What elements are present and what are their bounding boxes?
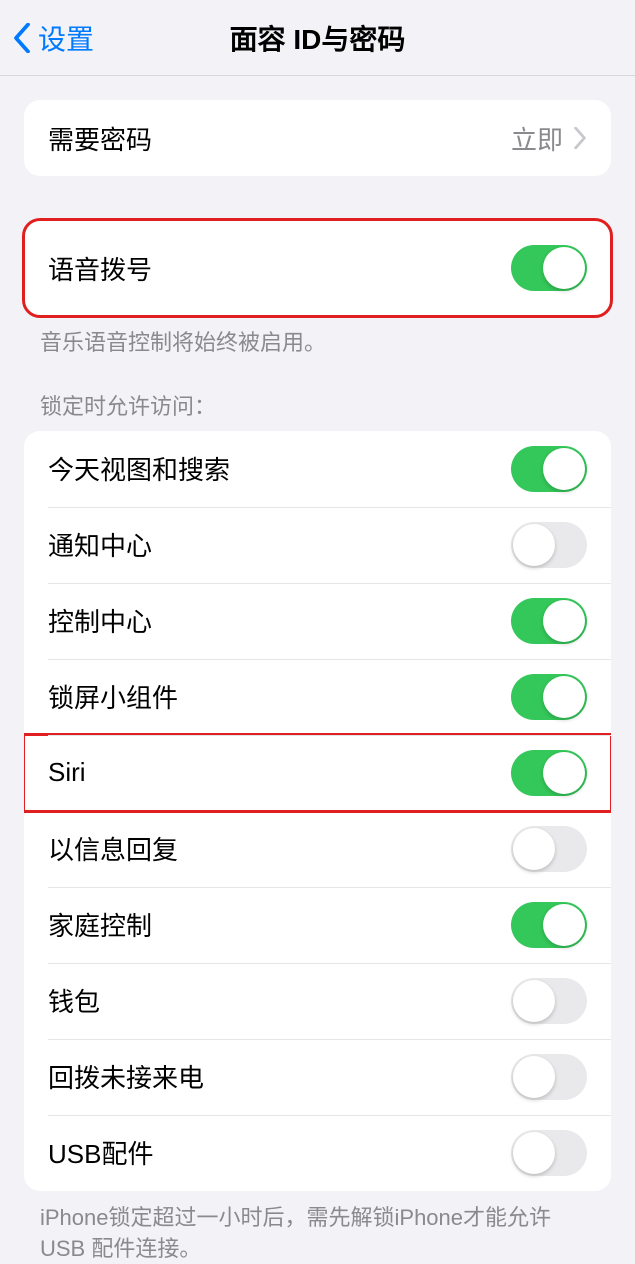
require-passcode-group: 需要密码 立即 [24, 100, 611, 176]
home-control-label: 家庭控制 [48, 906, 152, 943]
control-center-row: 控制中心 [24, 583, 611, 659]
usb-accessories-row: USB配件 [24, 1115, 611, 1191]
today-view-toggle[interactable] [511, 446, 587, 492]
home-control-toggle[interactable] [511, 902, 587, 948]
reply-with-message-row: 以信息回复 [24, 811, 611, 887]
usb-accessories-toggle[interactable] [511, 1130, 587, 1176]
home-control-row: 家庭控制 [24, 887, 611, 963]
control-center-label: 控制中心 [48, 602, 152, 639]
toggle-knob [513, 1132, 555, 1174]
toggle-knob [513, 828, 555, 870]
toggle-knob [543, 448, 585, 490]
require-passcode-value: 立即 [511, 120, 563, 157]
notification-center-row: 通知中心 [24, 507, 611, 583]
wallet-label: 钱包 [48, 982, 100, 1019]
toggle-knob [513, 980, 555, 1022]
chevron-left-icon [12, 23, 32, 53]
toggle-knob [543, 247, 585, 289]
siri-label: Siri [48, 757, 86, 788]
wallet-row: 钱包 [24, 963, 611, 1039]
usb-footer: iPhone锁定超过一小时后，需先解锁iPhone才能允许 USB 配件连接。 [40, 1203, 595, 1264]
lock-screen-widgets-label: 锁屏小组件 [48, 678, 178, 715]
toggle-knob [513, 1056, 555, 1098]
return-missed-calls-label: 回拨未接来电 [48, 1058, 204, 1095]
lock-screen-widgets-toggle[interactable] [511, 674, 587, 720]
wallet-toggle[interactable] [511, 978, 587, 1024]
today-view-row: 今天视图和搜索 [24, 431, 611, 507]
toggle-knob [513, 524, 555, 566]
voice-dial-row: 语音拨号 [24, 220, 611, 316]
toggle-knob [543, 600, 585, 642]
return-missed-calls-row: 回拨未接来电 [24, 1039, 611, 1115]
voice-dial-group: 语音拨号 [24, 220, 611, 316]
voice-dial-footer: 音乐语音控制将始终被启用。 [40, 328, 595, 359]
return-missed-calls-toggle[interactable] [511, 1054, 587, 1100]
reply-with-message-label: 以信息回复 [48, 830, 178, 867]
voice-dial-toggle[interactable] [511, 245, 587, 291]
locked-access-group: 今天视图和搜索 通知中心 控制中心 锁屏小组件 Siri 以信息回复 家庭控制 [24, 431, 611, 1191]
usb-accessories-label: USB配件 [48, 1134, 153, 1171]
notification-center-toggle[interactable] [511, 522, 587, 568]
require-passcode-label: 需要密码 [48, 120, 152, 157]
back-button[interactable]: 设置 [12, 18, 94, 58]
reply-with-message-toggle[interactable] [511, 826, 587, 872]
require-passcode-row[interactable]: 需要密码 立即 [24, 100, 611, 176]
notification-center-label: 通知中心 [48, 526, 152, 563]
lock-screen-widgets-row: 锁屏小组件 [24, 659, 611, 735]
chevron-right-icon [573, 127, 587, 149]
siri-row: Siri [24, 735, 611, 811]
back-label: 设置 [38, 18, 94, 58]
toggle-knob [543, 676, 585, 718]
locked-access-header: 锁定时允许访问： [40, 389, 595, 421]
voice-dial-label: 语音拨号 [48, 250, 152, 287]
today-view-label: 今天视图和搜索 [48, 450, 230, 487]
siri-toggle[interactable] [511, 750, 587, 796]
control-center-toggle[interactable] [511, 598, 587, 644]
navigation-bar: 设置 面容 ID与密码 [0, 0, 635, 76]
toggle-knob [543, 752, 585, 794]
toggle-knob [543, 904, 585, 946]
page-title: 面容 ID与密码 [230, 18, 406, 58]
